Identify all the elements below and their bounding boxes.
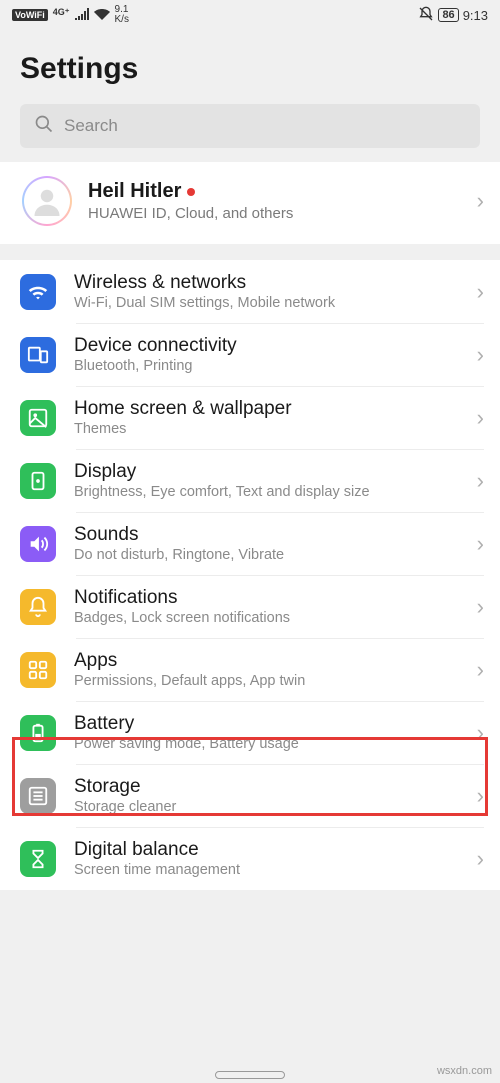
- settings-row-battery[interactable]: BatteryPower saving mode, Battery usage ›: [0, 701, 500, 764]
- notification-dot-icon: [187, 188, 195, 196]
- row-subtitle: Badges, Lock screen notifications: [74, 610, 459, 626]
- search-input[interactable]: Search: [20, 104, 480, 148]
- page-title: Settings: [20, 52, 480, 86]
- row-title: Digital balance: [74, 839, 459, 861]
- storage-icon: [20, 778, 56, 814]
- settings-row-devconn[interactable]: Device connectivityBluetooth, Printing ›: [0, 323, 500, 386]
- settings-list: Wireless & networksWi-Fi, Dual SIM setti…: [0, 260, 500, 890]
- watermark: wsxdn.com: [437, 1065, 492, 1077]
- profile-name: Heil Hitler: [88, 180, 181, 203]
- avatar: [22, 176, 72, 226]
- settings-row-digital[interactable]: Digital balanceScreen time management ›: [0, 827, 500, 890]
- chevron-right-icon: ›: [477, 720, 484, 746]
- settings-row-apps[interactable]: AppsPermissions, Default apps, App twin ›: [0, 638, 500, 701]
- settings-row-storage[interactable]: StorageStorage cleaner ›: [0, 764, 500, 827]
- row-subtitle: Brightness, Eye comfort, Text and displa…: [74, 484, 459, 500]
- profile-subtitle: HUAWEI ID, Cloud, and others: [88, 205, 461, 222]
- sound-icon: [20, 526, 56, 562]
- chevron-right-icon: ›: [477, 846, 484, 872]
- row-title: Wireless & networks: [74, 272, 459, 294]
- settings-row-display[interactable]: DisplayBrightness, Eye comfort, Text and…: [0, 449, 500, 512]
- display-icon: [20, 463, 56, 499]
- dnd-icon: [418, 6, 434, 25]
- search-icon: [34, 114, 54, 139]
- chevron-right-icon: ›: [477, 531, 484, 557]
- settings-row-homescreen[interactable]: Home screen & wallpaperThemes ›: [0, 386, 500, 449]
- apps-icon: [20, 652, 56, 688]
- row-title: Apps: [74, 650, 459, 672]
- row-subtitle: Storage cleaner: [74, 799, 459, 815]
- chevron-right-icon: ›: [477, 594, 484, 620]
- devices-icon: [20, 337, 56, 373]
- row-title: Battery: [74, 713, 459, 735]
- row-subtitle: Themes: [74, 421, 459, 437]
- search-placeholder: Search: [64, 116, 118, 136]
- signal-bars-icon: [75, 8, 89, 23]
- row-title: Storage: [74, 776, 459, 798]
- bell-icon: [20, 589, 56, 625]
- wifi-icon: [20, 274, 56, 310]
- chevron-right-icon: ›: [477, 468, 484, 494]
- row-subtitle: Permissions, Default apps, App twin: [74, 673, 459, 689]
- row-subtitle: Do not disturb, Ringtone, Vibrate: [74, 547, 459, 563]
- settings-row-notif[interactable]: NotificationsBadges, Lock screen notific…: [0, 575, 500, 638]
- network-4g: 4G⁺: [53, 7, 70, 18]
- page-header: Settings: [0, 30, 500, 104]
- chevron-right-icon: ›: [477, 188, 484, 214]
- row-title: Device connectivity: [74, 335, 459, 357]
- row-subtitle: Wi-Fi, Dual SIM settings, Mobile network: [74, 295, 459, 311]
- vowifi-badge: VoWiFi: [12, 9, 48, 21]
- home-indicator: [215, 1071, 285, 1079]
- settings-row-wireless[interactable]: Wireless & networksWi-Fi, Dual SIM setti…: [0, 260, 500, 323]
- wifi-status-icon: [94, 8, 110, 23]
- row-subtitle: Bluetooth, Printing: [74, 358, 459, 374]
- speed-indicator: 9.1K/s: [115, 5, 129, 25]
- battery-indicator: 86: [438, 8, 458, 22]
- settings-row-sounds[interactable]: SoundsDo not disturb, Ringtone, Vibrate ›: [0, 512, 500, 575]
- row-title: Display: [74, 461, 459, 483]
- profile-row[interactable]: Heil Hitler HUAWEI ID, Cloud, and others…: [0, 162, 500, 244]
- chevron-right-icon: ›: [477, 657, 484, 683]
- chevron-right-icon: ›: [477, 279, 484, 305]
- row-title: Sounds: [74, 524, 459, 546]
- row-subtitle: Screen time management: [74, 862, 459, 878]
- row-title: Notifications: [74, 587, 459, 609]
- picture-icon: [20, 400, 56, 436]
- hourglass-icon: [20, 841, 56, 877]
- clock: 9:13: [463, 8, 488, 23]
- chevron-right-icon: ›: [477, 405, 484, 431]
- status-bar: VoWiFi 4G⁺ 9.1K/s 86 9:13: [0, 0, 500, 30]
- row-title: Home screen & wallpaper: [74, 398, 459, 420]
- chevron-right-icon: ›: [477, 783, 484, 809]
- battery-icon: [20, 715, 56, 751]
- row-subtitle: Power saving mode, Battery usage: [74, 736, 459, 752]
- chevron-right-icon: ›: [477, 342, 484, 368]
